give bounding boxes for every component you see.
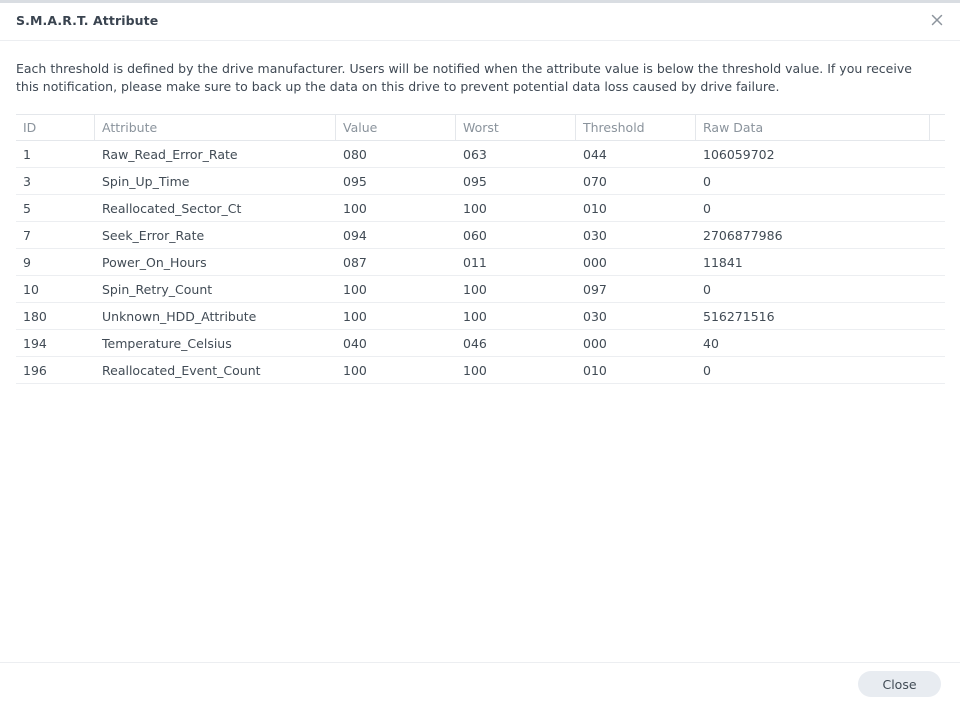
dialog-title: S.M.A.R.T. Attribute	[16, 13, 159, 28]
cell-worst: 095	[463, 174, 487, 189]
cell-value: 080	[343, 147, 367, 162]
cell-raw-data: 11841	[703, 255, 743, 270]
cell-value: 100	[343, 309, 367, 324]
smart-attribute-dialog: S.M.A.R.T. Attribute Each threshold is d…	[0, 0, 960, 707]
column-header-worst[interactable]: Worst	[456, 115, 576, 140]
cell-attribute: Power_On_Hours	[102, 255, 207, 270]
cell-id: 194	[23, 336, 47, 351]
cell-attribute: Raw_Read_Error_Rate	[102, 147, 238, 162]
table-row[interactable]: 9 Power_On_Hours 087 011 000 11841	[16, 249, 945, 276]
cell-value: 087	[343, 255, 367, 270]
cell-id: 180	[23, 309, 47, 324]
table-row[interactable]: 7 Seek_Error_Rate 094 060 030 2706877986	[16, 222, 945, 249]
cell-threshold: 070	[583, 174, 607, 189]
close-button[interactable]: Close	[858, 671, 941, 697]
table-row[interactable]: 196 Reallocated_Event_Count 100 100 010 0	[16, 357, 945, 384]
cell-raw-data: 0	[703, 282, 711, 297]
cell-threshold: 000	[583, 255, 607, 270]
cell-raw-data: 106059702	[703, 147, 775, 162]
cell-value: 100	[343, 201, 367, 216]
dialog-footer: Close	[0, 662, 960, 707]
cell-threshold: 010	[583, 363, 607, 378]
column-header-threshold[interactable]: Threshold	[576, 115, 696, 140]
cell-worst: 100	[463, 363, 487, 378]
cell-worst: 063	[463, 147, 487, 162]
cell-value: 100	[343, 282, 367, 297]
cell-attribute: Spin_Up_Time	[102, 174, 190, 189]
cell-value: 095	[343, 174, 367, 189]
cell-threshold: 044	[583, 147, 607, 162]
cell-raw-data: 0	[703, 363, 711, 378]
column-header-value[interactable]: Value	[336, 115, 456, 140]
cell-worst: 046	[463, 336, 487, 351]
cell-id: 9	[23, 255, 31, 270]
table-row[interactable]: 194 Temperature_Celsius 040 046 000 40	[16, 330, 945, 357]
table-header: ID Attribute Value Worst Threshold Raw D…	[16, 114, 945, 141]
close-icon[interactable]	[928, 11, 946, 29]
cell-value: 040	[343, 336, 367, 351]
table-body: 1 Raw_Read_Error_Rate 080 063 044 106059702 3 S…	[16, 141, 945, 384]
cell-id: 3	[23, 174, 31, 189]
cell-threshold: 000	[583, 336, 607, 351]
cell-id: 7	[23, 228, 31, 243]
cell-threshold: 030	[583, 228, 607, 243]
cell-attribute: Spin_Retry_Count	[102, 282, 213, 297]
cell-attribute: Temperature_Celsius	[102, 336, 232, 351]
cell-threshold: 010	[583, 201, 607, 216]
cell-worst: 100	[463, 201, 487, 216]
column-header-filler	[930, 115, 945, 140]
cell-attribute: Seek_Error_Rate	[102, 228, 205, 243]
column-header-raw-data[interactable]: Raw Data	[696, 115, 930, 140]
cell-attribute: Reallocated_Sector_Ct	[102, 201, 242, 216]
cell-value: 100	[343, 363, 367, 378]
column-header-attribute[interactable]: Attribute	[95, 115, 336, 140]
cell-raw-data: 0	[703, 201, 711, 216]
table-row[interactable]: 1 Raw_Read_Error_Rate 080 063 044 106059702	[16, 141, 945, 168]
cell-raw-data: 2706877986	[703, 228, 783, 243]
table-row[interactable]: 10 Spin_Retry_Count 100 100 097 0	[16, 276, 945, 303]
dialog-titlebar: S.M.A.R.T. Attribute	[0, 3, 960, 41]
cell-raw-data: 0	[703, 174, 711, 189]
cell-worst: 011	[463, 255, 487, 270]
table-row[interactable]: 180 Unknown_HDD_Attribute 100 100 030 5162715…	[16, 303, 945, 330]
cell-raw-data: 516271516	[703, 309, 775, 324]
cell-id: 196	[23, 363, 47, 378]
threshold-description: Each threshold is defined by the drive m…	[16, 61, 912, 94]
table-row[interactable]: 5 Reallocated_Sector_Ct 100 100 010 0	[16, 195, 945, 222]
cell-value: 094	[343, 228, 367, 243]
smart-attribute-table: ID Attribute Value Worst Threshold Raw D…	[16, 114, 945, 384]
cell-id: 5	[23, 201, 31, 216]
table-row[interactable]: 3 Spin_Up_Time 095 095 070 0	[16, 168, 945, 195]
cell-worst: 100	[463, 282, 487, 297]
cell-attribute: Reallocated_Event_Count	[102, 363, 261, 378]
cell-id: 1	[23, 147, 31, 162]
cell-id: 10	[23, 282, 39, 297]
cell-threshold: 097	[583, 282, 607, 297]
cell-worst: 100	[463, 309, 487, 324]
cell-attribute: Unknown_HDD_Attribute	[102, 309, 257, 324]
cell-worst: 060	[463, 228, 487, 243]
column-header-id[interactable]: ID	[16, 115, 95, 140]
cell-threshold: 030	[583, 309, 607, 324]
cell-raw-data: 40	[703, 336, 719, 351]
